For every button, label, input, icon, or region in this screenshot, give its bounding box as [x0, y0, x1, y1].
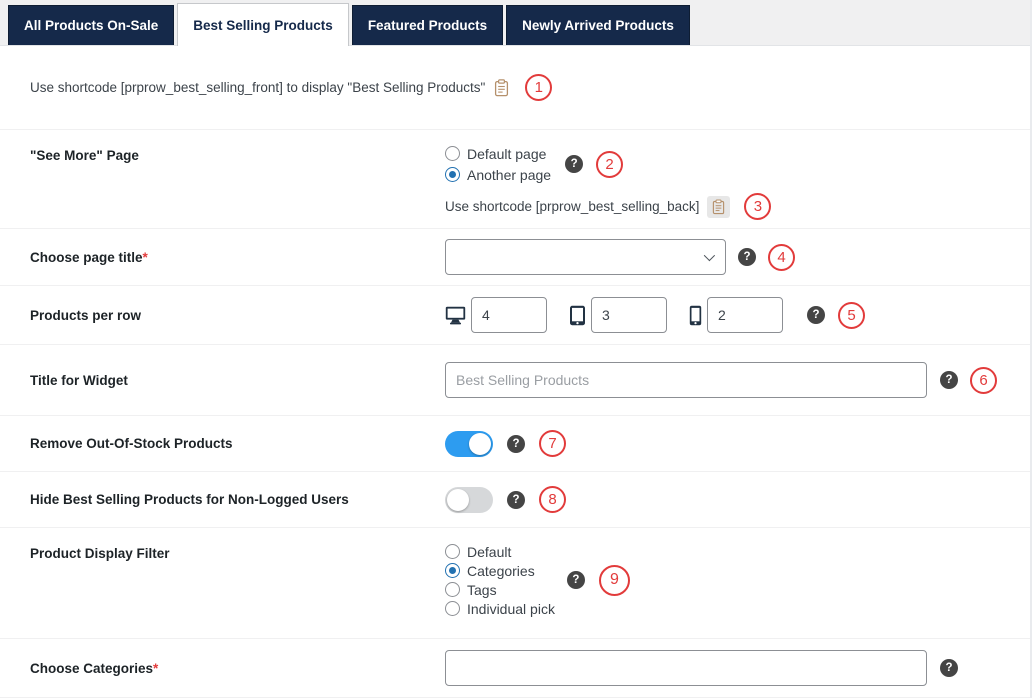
- product-display-filter-label: Product Display Filter: [30, 546, 170, 561]
- title-for-widget-label: Title for Widget: [30, 372, 128, 388]
- radio-label: Default: [467, 543, 512, 560]
- desktop-icon: [445, 306, 466, 324]
- radio-icon[interactable]: [445, 563, 460, 578]
- products-per-row-desktop-input[interactable]: [471, 297, 547, 333]
- tab-best-selling-products[interactable]: Best Selling Products: [177, 3, 349, 46]
- radio-option-default-page[interactable]: Default page: [445, 144, 551, 163]
- chevron-down-icon: [703, 249, 716, 262]
- label-text: Choose Categories: [30, 660, 154, 676]
- row-title-for-widget: Title for Widget ? 6: [0, 344, 1030, 415]
- copy-shortcode-button[interactable]: [707, 195, 731, 218]
- annotation-badge-1: 1: [525, 74, 553, 101]
- row-products-per-row: Products per row ? 5: [0, 285, 1030, 344]
- hide-non-logged-toggle[interactable]: [445, 486, 493, 513]
- clipboard-icon: [713, 198, 725, 214]
- row-hide-non-logged: Hide Best Selling Products for Non-Logge…: [0, 471, 1030, 527]
- choose-categories-label: Choose Categories*: [30, 659, 445, 678]
- see-more-radio-group: Default page Another page: [445, 144, 551, 184]
- choose-categories-input[interactable]: [445, 650, 927, 686]
- remove-out-of-stock-label: Remove Out-Of-Stock Products: [30, 436, 233, 451]
- annotation-badge-7: 7: [539, 430, 566, 457]
- see-more-controls: Default page Another page ? 2 Use shortc…: [445, 144, 772, 220]
- row-product-display-filter: Product Display Filter Default Categorie…: [0, 527, 1030, 638]
- required-asterisk: *: [142, 249, 148, 265]
- page-title-select[interactable]: [445, 239, 726, 275]
- row-choose-page-title: Choose page title* ? 4: [0, 228, 1030, 285]
- radio-icon[interactable]: [445, 601, 460, 616]
- tab-all-products-on-sale[interactable]: All Products On-Sale: [8, 5, 175, 45]
- radio-icon[interactable]: [445, 582, 460, 597]
- display-filter-radio-group: Default Categories Tags Individual pick: [445, 542, 555, 618]
- row-choose-categories: Choose Categories* ?: [0, 638, 1030, 698]
- help-icon[interactable]: ?: [940, 659, 958, 677]
- radio-icon[interactable]: [445, 544, 460, 559]
- label-text: Choose page title: [30, 249, 143, 265]
- annotation-badge-4: 4: [768, 243, 795, 271]
- radio-label: Tags: [467, 581, 497, 598]
- help-icon[interactable]: ?: [940, 371, 958, 389]
- help-icon[interactable]: ?: [566, 571, 585, 589]
- radio-icon[interactable]: [445, 167, 460, 182]
- radio-label: Another page: [467, 166, 552, 183]
- annotation-badge-3: 3: [744, 193, 772, 220]
- radio-label: Categories: [467, 562, 535, 579]
- hide-non-logged-label: Hide Best Selling Products for Non-Logge…: [30, 492, 349, 507]
- tab-newly-arrived-products[interactable]: Newly Arrived Products: [506, 5, 690, 45]
- clipboard-icon: [495, 78, 509, 96]
- help-icon[interactable]: ?: [507, 434, 525, 453]
- widget-title-input[interactable]: [445, 362, 927, 398]
- annotation-badge-2: 2: [596, 150, 624, 178]
- tablet-icon: [570, 305, 585, 325]
- annotation-badge-5: 5: [838, 301, 865, 329]
- products-per-row-mobile-input[interactable]: [707, 297, 783, 333]
- shortcode-back-text: Use shortcode [prprow_best_selling_back]: [445, 199, 700, 214]
- annotation-badge-9: 9: [598, 564, 630, 596]
- shortcode-front-text: Use shortcode [prprow_best_selling_front…: [30, 80, 486, 95]
- radio-label: Default page: [467, 145, 547, 162]
- radio-option-another-page[interactable]: Another page: [445, 165, 551, 184]
- row-see-more-page: "See More" Page Default page Another pag…: [0, 129, 1030, 228]
- products-per-row-label: Products per row: [30, 307, 142, 323]
- toggle-knob: [447, 488, 469, 511]
- required-asterisk: *: [153, 660, 159, 676]
- radio-option-default[interactable]: Default: [445, 542, 555, 561]
- help-icon[interactable]: ?: [738, 248, 756, 266]
- row-shortcode-front: Use shortcode [prprow_best_selling_front…: [0, 46, 1030, 129]
- copy-shortcode-button[interactable]: [494, 78, 509, 97]
- radio-option-tags[interactable]: Tags: [445, 580, 555, 599]
- radio-option-categories[interactable]: Categories: [445, 561, 555, 580]
- help-icon[interactable]: ?: [565, 155, 584, 173]
- remove-out-of-stock-toggle[interactable]: [445, 430, 493, 457]
- choose-page-title-label: Choose page title*: [30, 248, 445, 267]
- help-icon[interactable]: ?: [507, 490, 525, 509]
- mobile-icon: [689, 305, 702, 325]
- toggle-knob: [469, 432, 491, 455]
- products-per-row-tablet-input[interactable]: [591, 297, 667, 333]
- see-more-page-label: "See More" Page: [30, 148, 139, 163]
- help-icon[interactable]: ?: [807, 306, 825, 324]
- radio-icon[interactable]: [445, 146, 460, 161]
- tab-bar: All Products On-Sale Best Selling Produc…: [0, 0, 1030, 46]
- tab-featured-products[interactable]: Featured Products: [351, 5, 504, 45]
- row-remove-out-of-stock: Remove Out-Of-Stock Products ? 7: [0, 415, 1030, 471]
- annotation-badge-8: 8: [539, 486, 566, 513]
- annotation-badge-6: 6: [970, 366, 997, 394]
- radio-option-individual-pick[interactable]: Individual pick: [445, 599, 555, 618]
- radio-label: Individual pick: [467, 600, 555, 617]
